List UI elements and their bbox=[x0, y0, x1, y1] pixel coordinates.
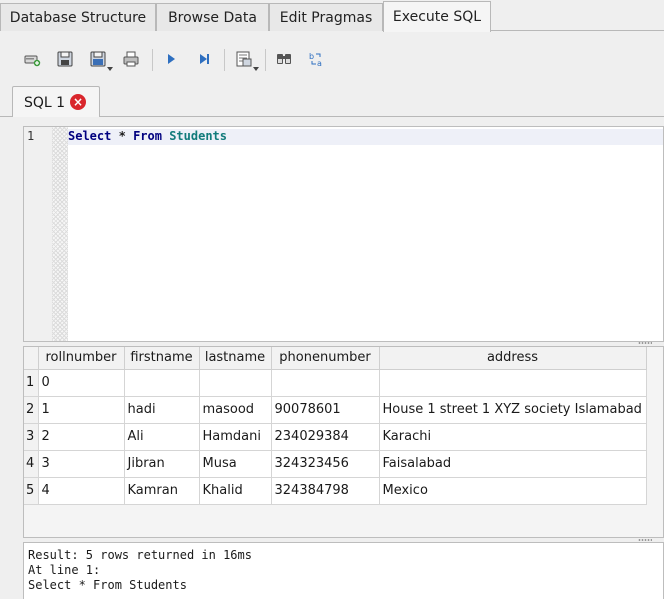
cell-lastname[interactable]: Musa bbox=[199, 450, 272, 478]
message-pane[interactable]: Result: 5 rows returned in 16ms At line … bbox=[23, 542, 664, 599]
find-replace-icon[interactable]: ba bbox=[307, 49, 327, 69]
tab-database-structure[interactable]: Database Structure bbox=[0, 3, 156, 31]
cell-rollnumber[interactable]: 0 bbox=[38, 369, 125, 397]
cell-phonenumber[interactable]: 324323456 bbox=[271, 450, 380, 478]
row-header[interactable]: 5 bbox=[24, 477, 39, 505]
cell-address[interactable] bbox=[379, 369, 647, 397]
executed-query-message: Select * From Students bbox=[28, 578, 187, 592]
results-table: rollnumber firstname lastname phonenumbe… bbox=[24, 347, 647, 505]
cell-phonenumber[interactable] bbox=[271, 369, 380, 397]
save-results-icon[interactable] bbox=[234, 49, 259, 71]
sql-toolbar: ba bbox=[0, 42, 664, 78]
result-message: Result: 5 rows returned in 16ms bbox=[28, 548, 252, 562]
tab-edit-pragmas[interactable]: Edit Pragmas bbox=[269, 3, 383, 31]
table-row[interactable]: 1 0 bbox=[24, 369, 647, 397]
close-tab-icon[interactable]: × bbox=[70, 94, 86, 110]
toolbar-separator bbox=[265, 49, 266, 71]
cell-firstname[interactable]: Kamran bbox=[124, 477, 200, 505]
header-row: rollnumber firstname lastname phonenumbe… bbox=[24, 347, 647, 370]
find-icon[interactable] bbox=[274, 49, 294, 69]
open-sql-file-icon[interactable] bbox=[55, 49, 75, 69]
table-row[interactable]: 2 1 hadi masood 90078601 House 1 street … bbox=[24, 396, 647, 424]
row-header[interactable]: 3 bbox=[24, 423, 39, 451]
cell-address[interactable]: House 1 street 1 XYZ society Islamabad bbox=[379, 396, 647, 424]
line-number: 1 bbox=[27, 129, 35, 143]
svg-text:b: b bbox=[309, 52, 314, 61]
tab-sql-1[interactable]: SQL 1 × bbox=[12, 86, 100, 117]
toolbar-separator bbox=[224, 49, 225, 71]
table-row[interactable]: 5 4 Kamran Khalid 324384798 Mexico bbox=[24, 477, 647, 505]
sql-keyword: From bbox=[133, 129, 162, 143]
column-header[interactable]: lastname bbox=[199, 347, 272, 370]
sql-editor-tab-bar: SQL 1 × bbox=[0, 86, 664, 117]
row-header[interactable]: 2 bbox=[24, 396, 39, 424]
splitter-grip[interactable] bbox=[638, 342, 652, 344]
main-tab-bar: Database Structure Browse Data Edit Prag… bbox=[0, 0, 664, 32]
fold-margin bbox=[52, 127, 68, 341]
table-row[interactable]: 4 3 Jibran Musa 324323456 Faisalabad bbox=[24, 450, 647, 478]
column-header[interactable]: rollnumber bbox=[38, 347, 125, 370]
cell-rollnumber[interactable]: 3 bbox=[38, 450, 125, 478]
cell-firstname[interactable]: Jibran bbox=[124, 450, 200, 478]
tab-execute-sql[interactable]: Execute SQL bbox=[383, 1, 491, 32]
save-sql-file-icon[interactable] bbox=[88, 49, 113, 71]
cell-rollnumber[interactable]: 4 bbox=[38, 477, 125, 505]
corner-header[interactable] bbox=[24, 347, 39, 370]
dropdown-arrow-icon[interactable] bbox=[107, 67, 113, 71]
results-grid[interactable]: rollnumber firstname lastname phonenumbe… bbox=[23, 346, 664, 538]
sql-operator: * bbox=[118, 129, 126, 143]
table-row[interactable]: 3 2 Ali Hamdani 234029384 Karachi bbox=[24, 423, 647, 451]
splitter-grip[interactable] bbox=[638, 539, 652, 541]
cell-address[interactable]: Mexico bbox=[379, 477, 647, 505]
code-line[interactable]: Select * From Students bbox=[68, 129, 227, 143]
cell-firstname[interactable]: Ali bbox=[124, 423, 200, 451]
column-header[interactable]: firstname bbox=[124, 347, 200, 370]
sql-keyword: Select bbox=[68, 129, 112, 143]
cell-lastname[interactable]: Khalid bbox=[199, 477, 272, 505]
cell-lastname[interactable]: Hamdani bbox=[199, 423, 272, 451]
cell-address[interactable]: Faisalabad bbox=[379, 450, 647, 478]
column-header[interactable]: phonenumber bbox=[271, 347, 380, 370]
print-icon[interactable] bbox=[121, 49, 141, 69]
cell-lastname[interactable] bbox=[199, 369, 272, 397]
cell-address[interactable]: Karachi bbox=[379, 423, 647, 451]
sql-tab-label: SQL 1 bbox=[24, 95, 66, 111]
cell-firstname[interactable] bbox=[124, 369, 200, 397]
tab-browse-data[interactable]: Browse Data bbox=[156, 3, 269, 31]
sql-editor[interactable]: 1 Select * From Students bbox=[23, 126, 664, 342]
cell-lastname[interactable]: masood bbox=[199, 396, 272, 424]
row-header[interactable]: 4 bbox=[24, 450, 39, 478]
toolbar-separator bbox=[152, 49, 153, 71]
cell-rollnumber[interactable]: 2 bbox=[38, 423, 125, 451]
execute-current-line-icon[interactable] bbox=[194, 49, 214, 69]
cell-firstname[interactable]: hadi bbox=[124, 396, 200, 424]
sql-table-name: Students bbox=[169, 129, 227, 143]
svg-text:a: a bbox=[317, 59, 322, 68]
column-header[interactable]: address bbox=[379, 347, 647, 370]
cell-phonenumber[interactable]: 324384798 bbox=[271, 477, 380, 505]
open-tab-icon[interactable] bbox=[22, 49, 42, 69]
cell-phonenumber[interactable]: 90078601 bbox=[271, 396, 380, 424]
cell-phonenumber[interactable]: 234029384 bbox=[271, 423, 380, 451]
dropdown-arrow-icon[interactable] bbox=[253, 67, 259, 71]
line-message: At line 1: bbox=[28, 563, 101, 577]
cell-rollnumber[interactable]: 1 bbox=[38, 396, 125, 424]
row-header[interactable]: 1 bbox=[24, 369, 39, 397]
execute-all-icon[interactable] bbox=[161, 49, 181, 69]
